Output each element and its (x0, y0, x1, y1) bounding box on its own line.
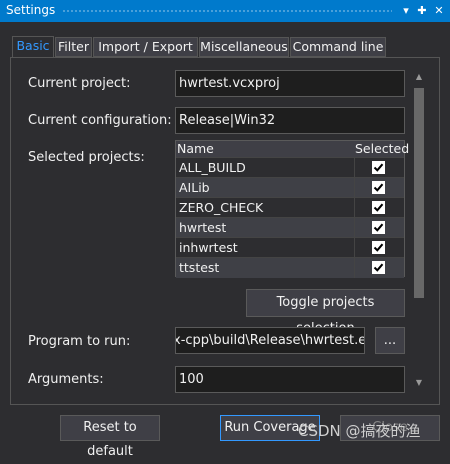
current-project-value: hwrtest.vcxproj (179, 76, 280, 91)
check-icon (373, 223, 384, 232)
table-header: Name Selected (176, 141, 409, 157)
tab-filter[interactable]: Filter (55, 37, 92, 57)
arguments-input[interactable] (179, 367, 404, 392)
program-to-run-label: Program to run: (28, 334, 131, 349)
window-title-bar[interactable]: Settings ▾ ✚ ✕ (0, 0, 450, 22)
current-configuration-label: Current configuration: (28, 113, 172, 128)
projects-table[interactable]: Name Selected ALL_BUILD AILib ZERO_CHECK… (175, 140, 409, 278)
selected-checkbox[interactable] (372, 261, 385, 274)
project-name: ZERO_CHECK (179, 200, 264, 215)
column-name-header[interactable]: Name (177, 141, 214, 157)
program-to-run-field[interactable]: x-cpp\build\Release\hwrtest.exe (175, 327, 365, 354)
check-icon (373, 263, 384, 272)
selected-checkbox[interactable] (372, 161, 385, 174)
scroll-up-icon[interactable]: ▲ (414, 72, 424, 82)
title-grip (62, 9, 392, 14)
check-icon (373, 163, 384, 172)
project-name: ttstest (179, 260, 220, 275)
dropdown-icon[interactable]: ▾ (398, 2, 414, 20)
table-row[interactable]: ALL_BUILD (176, 157, 404, 178)
selected-checkbox[interactable] (372, 241, 385, 254)
scroll-down-icon[interactable]: ▼ (414, 378, 424, 388)
arguments-field[interactable] (175, 366, 405, 393)
scrollbar-thumb[interactable] (414, 88, 424, 298)
tab-command-line[interactable]: Command line (290, 37, 386, 57)
table-row[interactable]: inhwrtest (176, 237, 404, 258)
program-to-run-value: x-cpp\build\Release\hwrtest.exe (175, 333, 365, 348)
browse-button[interactable]: ... (375, 327, 405, 354)
project-name: hwrtest (179, 220, 227, 235)
reset-to-default-button[interactable]: Reset to default (60, 415, 160, 459)
table-row[interactable]: ttstest (176, 257, 404, 278)
column-selected-header[interactable]: Selected (355, 141, 409, 157)
selected-checkbox[interactable] (372, 221, 385, 234)
tab-miscellaneous[interactable]: Miscellaneous (199, 37, 289, 57)
project-name: inhwrtest (179, 240, 238, 255)
table-row[interactable]: ZERO_CHECK (176, 197, 404, 218)
project-name: ALL_BUILD (179, 160, 246, 175)
check-icon (373, 203, 384, 212)
pin-icon[interactable]: ✚ (414, 2, 430, 20)
selected-projects-label: Selected projects: (28, 150, 145, 165)
close-icon[interactable]: ✕ (431, 2, 447, 20)
tab-import-export[interactable]: Import / Export (93, 37, 198, 57)
selected-checkbox[interactable] (372, 201, 385, 214)
table-row[interactable]: hwrtest (176, 217, 404, 238)
tab-basic[interactable]: Basic (12, 36, 54, 57)
current-configuration-field[interactable]: Release|Win32 (175, 107, 405, 134)
current-configuration-value: Release|Win32 (179, 113, 276, 128)
check-icon (373, 243, 384, 252)
current-project-field[interactable]: hwrtest.vcxproj (175, 70, 405, 97)
arguments-label: Arguments: (28, 372, 104, 387)
selected-checkbox[interactable] (372, 181, 385, 194)
check-icon (373, 183, 384, 192)
current-project-label: Current project: (28, 76, 131, 91)
project-name: AILib (179, 180, 210, 195)
table-row[interactable]: AILib (176, 177, 404, 198)
toggle-projects-button[interactable]: Toggle projects selection (246, 289, 405, 336)
window-title: Settings (6, 3, 56, 17)
watermark: CSDN @搞夜的渔 (298, 422, 421, 440)
